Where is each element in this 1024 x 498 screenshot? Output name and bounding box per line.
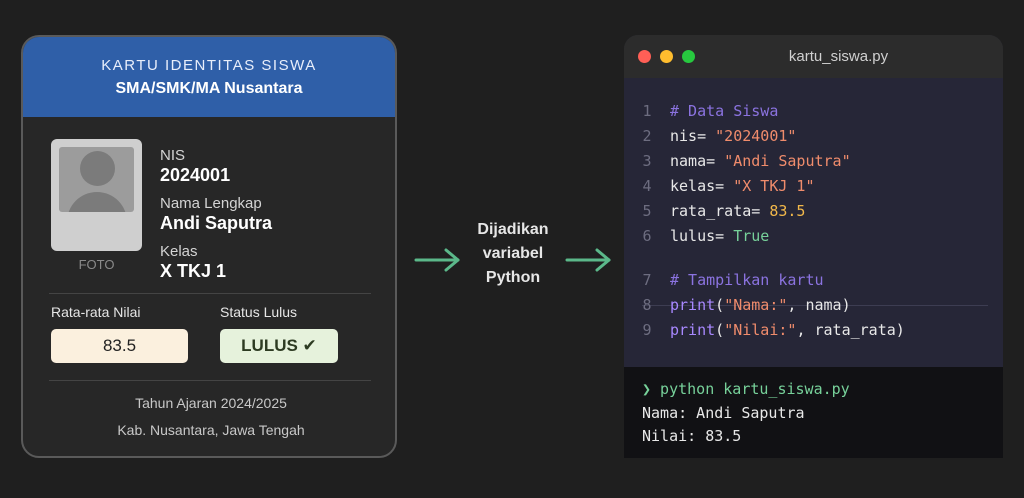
code-line: 1 # Data Siswa (642, 102, 779, 120)
kelas-label: Kelas (160, 243, 198, 260)
terminal-output-line: Nama: Andi Saputra (642, 404, 805, 422)
footer-place: Kab. Nusantara, Jawa Tengah (117, 422, 305, 438)
code-window: kartu_siswa.py 1 # Data Siswa 2 nis= "2024… (624, 35, 1003, 458)
window-title: kartu_siswa.py (788, 48, 889, 65)
arrow-right-icon (414, 248, 460, 272)
student-id-card: KARTU IDENTITAS SISWA SMA/SMK/MA Nusanta… (21, 35, 397, 458)
nama-value: Andi Saputra (160, 213, 273, 233)
person-icon (59, 147, 134, 212)
terminal-command: ❯ python kartu_siswa.py (642, 380, 850, 398)
code-editor: 1 # Data Siswa 2 nis= "2024001" 3 nama= "An… (624, 78, 1003, 367)
status-badge: LULUS ✔ (220, 329, 338, 363)
transform-label-line2: variabel (482, 245, 544, 262)
card-header: KARTU IDENTITAS SISWA SMA/SMK/MA Nusanta… (23, 37, 395, 117)
photo-label: FOTO (78, 257, 115, 272)
window-titlebar: kartu_siswa.py (624, 35, 1003, 78)
code-line: 4 kelas= "X TKJ 1" (642, 177, 815, 195)
transform-label-line1: Dijadikan (477, 221, 549, 238)
terminal-output-line: Nilai: 83.5 (642, 427, 742, 445)
terminal-output: ❯ python kartu_siswa.py Nama: Andi Saput… (624, 367, 1003, 458)
nis-label: NIS (160, 147, 186, 164)
card-divider (49, 293, 371, 294)
code-line: 7 # Tampilkan kartu (642, 271, 824, 289)
status-label: Status Lulus (220, 304, 298, 320)
code-line: 9 print("Nilai:", rata_rata) (642, 321, 905, 339)
code-line: 5 rata_rata= 83.5 (642, 202, 806, 220)
kelas-value: X TKJ 1 (160, 261, 227, 281)
transform-label-line3: Python (485, 269, 541, 286)
code-line: 6 lulus= True (642, 227, 770, 245)
card-title: KARTU IDENTITAS SISWA (101, 57, 317, 74)
photo-placeholder (51, 139, 142, 251)
card-school: SMA/SMK/MA Nusantara (115, 80, 303, 97)
transform-label: Dijadikan variabel Python (458, 218, 568, 290)
card-divider (49, 380, 371, 381)
code-line: 3 nama= "Andi Saputra" (642, 152, 851, 170)
footer-year: Tahun Ajaran 2024/2025 (135, 395, 287, 411)
code-line: 2 nis= "2024001" (642, 127, 797, 145)
rata-value-box: 83.5 (51, 329, 188, 363)
nis-value: 2024001 (160, 165, 231, 185)
nama-label: Nama Lengkap (160, 195, 262, 212)
rata-label: Rata-rata Nilai (51, 304, 141, 320)
arrow-right-icon (565, 248, 611, 272)
code-line: 8 print("Nama:", nama) (642, 296, 851, 314)
